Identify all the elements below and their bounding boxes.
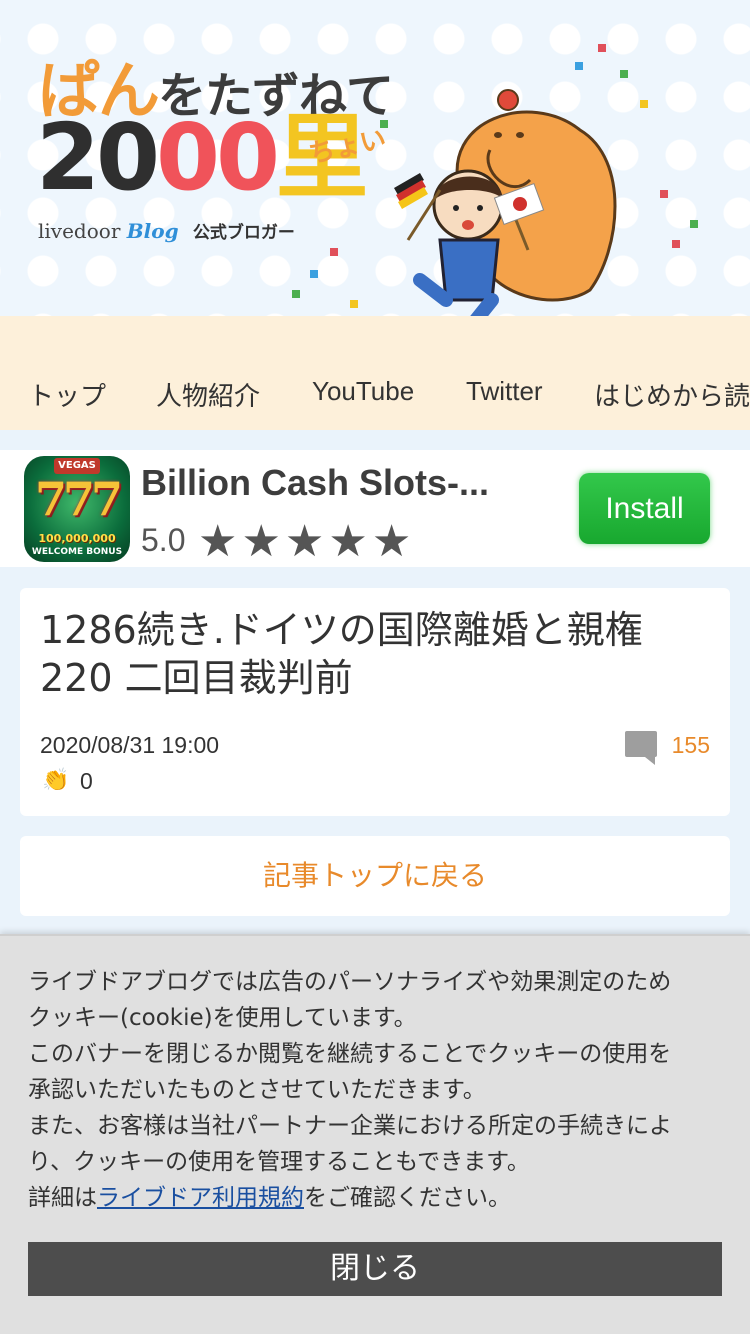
nav-item-profile[interactable]: 人物紹介 <box>156 376 260 413</box>
star-icon: ★ <box>284 516 325 567</box>
nav-item-youtube[interactable]: YouTube <box>312 376 414 407</box>
ad-app-title[interactable]: Billion Cash Slots-... <box>141 462 521 504</box>
app-icon-amount: 100,000,000 <box>38 532 116 545</box>
cookie-line: 承認いただいたものとさせていただきます。 <box>28 1077 486 1103</box>
ad-rating-value: 5.0 <box>141 522 186 558</box>
comment-icon[interactable] <box>625 731 657 765</box>
official-blogger-label: 公式ブロガー <box>192 223 295 243</box>
article-title[interactable]: 1286続き.ドイツの国際離婚と親権220 二回目裁判前 <box>40 606 710 702</box>
blog-header-banner[interactable]: ぱんをたずねて 2000里 ちょい livedoor Blog 公式ブロガー <box>0 0 750 316</box>
cookie-detail-line: 詳細はライブドア利用規約をご確認ください。 <box>28 1180 728 1216</box>
app-icon-sevens: 777 <box>34 472 123 526</box>
terms-of-use-link[interactable]: ライブドア利用規約 <box>97 1185 304 1211</box>
install-button[interactable]: Install <box>579 473 710 544</box>
cookie-line: また、お客様は当社パートナー企業における所定の手続きによ <box>28 1113 672 1139</box>
blog-title-number-a: 20 <box>36 104 160 211</box>
star-icon: ★ <box>241 516 281 567</box>
cookie-line: り、クッキーの使用を管理することもできます。 <box>28 1149 530 1175</box>
livedoor-blog-badge: livedoor Blog 公式ブロガー <box>38 218 295 243</box>
app-icon[interactable]: VEGAS 777 100,000,000 WELCOME BONUS <box>24 456 130 562</box>
cookie-notice-text: ライブドアブログでは広告のパーソナライズや効果測定のため クッキー(cookie… <box>28 964 728 1216</box>
blog-logo: Blog <box>126 219 179 243</box>
comment-count[interactable]: 155 <box>672 732 710 759</box>
star-icon: ★ <box>328 516 368 567</box>
global-nav: トップ 人物紹介 YouTube Twitter はじめから読 <box>0 316 750 430</box>
clap-count: 0 <box>80 768 93 794</box>
star-icon: ★ <box>371 516 412 567</box>
cookie-consent-banner: ライブドアブログでは広告のパーソナライズや効果測定のため クッキー(cookie… <box>0 934 750 1334</box>
back-to-article-top-button[interactable]: 記事トップに戻る <box>20 836 730 916</box>
article-date: 2020/08/31 19:00 <box>40 732 220 758</box>
cookie-line: このバナーを閉じるか閲覧を継続することでクッキーの使用を <box>28 1041 672 1067</box>
star-icon: ★ <box>198 516 238 567</box>
livedoor-logo: livedoor <box>38 219 121 243</box>
nav-item-top[interactable]: トップ <box>28 376 106 413</box>
mascot-illustration <box>394 89 617 316</box>
app-install-ad[interactable]: VEGAS 777 100,000,000 WELCOME BONUS Bill… <box>0 450 750 567</box>
cookie-line: ライブドアブログでは広告のパーソナライズや効果測定のため <box>28 969 672 995</box>
article-header-card: 1286続き.ドイツの国際離婚と親権220 二回目裁判前 2020/08/31 … <box>20 588 730 816</box>
app-icon-welcome: WELCOME BONUS <box>31 547 123 557</box>
cookie-close-button[interactable]: 閉じる <box>28 1242 722 1296</box>
nav-item-twitter[interactable]: Twitter <box>466 376 543 407</box>
blog-title-number-b: 00 <box>156 104 280 211</box>
clap-icon[interactable]: 👏 <box>42 768 69 794</box>
cookie-detail-suffix: をご確認ください。 <box>304 1185 511 1211</box>
ad-rating-stars: ★★★★★ <box>198 520 415 564</box>
nav-item-read-from-start[interactable]: はじめから読 <box>594 376 750 413</box>
cookie-line: クッキー(cookie)を使用しています。 <box>28 1005 417 1031</box>
cookie-detail-prefix: 詳細は <box>28 1185 97 1211</box>
